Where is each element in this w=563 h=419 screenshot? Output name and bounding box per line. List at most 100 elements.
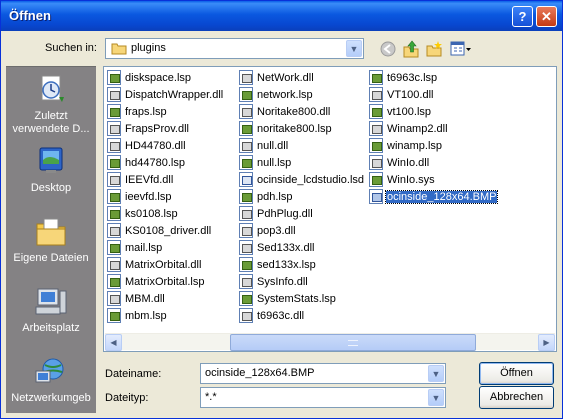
cancel-button[interactable]: Abbrechen	[479, 386, 554, 409]
chevron-down-icon[interactable]: ▼	[428, 365, 444, 382]
title-bar[interactable]: Öffnen ? ✕	[1, 1, 562, 31]
file-item[interactable]: pop3.dll	[239, 223, 297, 239]
lsp-file-icon	[107, 308, 121, 323]
file-item[interactable]: SystemStats.lsp	[239, 291, 337, 307]
file-item[interactable]: VT100.dll	[369, 87, 434, 103]
file-item[interactable]: Sed133x.dll	[239, 240, 316, 256]
file-name: Noritake800.dll	[257, 106, 331, 118]
file-name: fraps.lsp	[125, 106, 167, 118]
file-item[interactable]: MBM.dll	[107, 291, 166, 307]
file-item[interactable]: vt100.lsp	[369, 104, 432, 120]
folder-icon	[111, 42, 127, 55]
file-name: DispatchWrapper.dll	[125, 89, 224, 101]
file-item[interactable]: MatrixOrbital.dll	[107, 257, 202, 273]
file-name: IEEVfd.dll	[125, 174, 174, 186]
file-item[interactable]: WinIo.sys	[369, 172, 436, 188]
file-item[interactable]: t6963c.dll	[239, 308, 305, 324]
file-name: ocinside_128x64.BMP	[384, 190, 499, 204]
help-button[interactable]: ?	[512, 6, 533, 27]
sys-file-icon	[369, 172, 383, 187]
file-name: sed133x.lsp	[257, 259, 316, 271]
file-item[interactable]: IEEVfd.dll	[107, 172, 174, 188]
new-folder-icon[interactable]	[425, 40, 443, 58]
file-item[interactable]: fraps.lsp	[107, 104, 168, 120]
close-button[interactable]: ✕	[536, 6, 557, 27]
file-item[interactable]: noritake800.lsp	[239, 121, 333, 137]
file-name: Winamp2.dll	[387, 123, 448, 135]
scroll-left-icon[interactable]: ◀	[105, 334, 122, 351]
file-item[interactable]: hd44780.lsp	[107, 155, 186, 171]
file-item[interactable]: mbm.lsp	[107, 308, 168, 324]
file-item[interactable]: sed133x.lsp	[239, 257, 317, 273]
dll-file-icon	[107, 223, 121, 238]
filetype-select[interactable]: *.* ▼	[200, 387, 446, 408]
up-folder-icon[interactable]	[402, 40, 420, 58]
file-name: HD44780.dll	[125, 140, 186, 152]
lsp-file-icon	[369, 70, 383, 85]
place-recent-documents[interactable]: Zuletzt verwendete D...	[6, 73, 96, 136]
filename-field[interactable]: ocinside_128x64.BMP ▼	[200, 363, 446, 384]
look-in-combo[interactable]: plugins ▼	[105, 38, 364, 59]
place-my-computer[interactable]: Arbeitsplatz	[6, 285, 96, 335]
file-name: VT100.dll	[387, 89, 434, 101]
file-name: diskspace.lsp	[125, 72, 192, 84]
scroll-right-icon[interactable]: ▶	[538, 334, 555, 351]
place-label: Zuletzt verwendete D...	[12, 110, 90, 135]
lsp-file-icon	[239, 291, 253, 306]
file-item[interactable]: WinIo.dll	[369, 155, 430, 171]
look-in-value: plugins	[131, 42, 166, 54]
file-name: SysInfo.dll	[257, 276, 308, 288]
my-documents-icon	[33, 215, 69, 249]
view-menu-icon[interactable]	[450, 40, 472, 58]
scroll-thumb[interactable]	[230, 334, 476, 351]
file-name: winamp.lsp	[387, 140, 443, 152]
file-item[interactable]: ks0108.lsp	[107, 206, 179, 222]
file-name: null.lsp	[257, 157, 292, 169]
file-item[interactable]: MatrixOrbital.lsp	[107, 274, 205, 290]
dll-file-icon	[107, 172, 121, 187]
file-item[interactable]: KS0108_driver.dll	[107, 223, 212, 239]
dll-file-icon	[107, 121, 121, 136]
file-item[interactable]: ieevfd.lsp	[107, 189, 172, 205]
dll-file-icon	[239, 308, 253, 323]
back-icon[interactable]	[379, 40, 397, 58]
file-item[interactable]: null.lsp	[239, 155, 292, 171]
dll-file-icon	[107, 87, 121, 102]
file-item[interactable]: diskspace.lsp	[107, 70, 192, 86]
file-name: null.dll	[257, 140, 289, 152]
file-item[interactable]: null.dll	[239, 138, 289, 154]
file-item[interactable]: mail.lsp	[107, 240, 163, 256]
file-name: vt100.lsp	[387, 106, 432, 118]
file-item[interactable]: Noritake800.dll	[239, 104, 331, 120]
filetype-value: *.*	[205, 391, 217, 403]
horizontal-scrollbar[interactable]: ◀ ▶	[105, 333, 555, 351]
chevron-down-icon[interactable]: ▼	[346, 40, 362, 57]
file-name: Sed133x.dll	[257, 242, 315, 254]
file-item[interactable]: SysInfo.dll	[239, 274, 309, 290]
file-item[interactable]: DispatchWrapper.dll	[107, 87, 224, 103]
file-item[interactable]: NetWork.dll	[239, 70, 315, 86]
file-item[interactable]: ocinside_128x64.BMP	[369, 189, 499, 205]
file-name: ieevfd.lsp	[125, 191, 172, 203]
place-desktop[interactable]: Desktop	[6, 145, 96, 195]
file-item[interactable]: pdh.lsp	[239, 189, 293, 205]
file-name: mail.lsp	[125, 242, 163, 254]
filename-value: ocinside_128x64.BMP	[205, 367, 315, 379]
file-item[interactable]: winamp.lsp	[369, 138, 443, 154]
file-list[interactable]: diskspace.lsp DispatchWrapper.dll fraps.ls…	[103, 66, 557, 352]
dll-file-icon	[107, 291, 121, 306]
chevron-down-icon[interactable]: ▼	[428, 389, 444, 406]
file-item[interactable]: network.lsp	[239, 87, 314, 103]
recent-documents-icon	[33, 73, 69, 107]
lsp-file-icon	[107, 206, 121, 221]
file-item[interactable]: PdhPlug.dll	[239, 206, 314, 222]
file-item[interactable]: ocinside_lcdstudio.lsd	[239, 172, 365, 188]
file-item[interactable]: FrapsProv.dll	[107, 121, 190, 137]
file-item[interactable]: HD44780.dll	[107, 138, 187, 154]
lsp-file-icon	[369, 138, 383, 153]
open-button[interactable]: Öffnen	[479, 362, 554, 385]
place-network[interactable]: Netzwerkumgeb	[6, 355, 96, 405]
place-my-documents[interactable]: Eigene Dateien	[6, 215, 96, 265]
file-item[interactable]: t6963c.lsp	[369, 70, 438, 86]
file-item[interactable]: Winamp2.dll	[369, 121, 449, 137]
